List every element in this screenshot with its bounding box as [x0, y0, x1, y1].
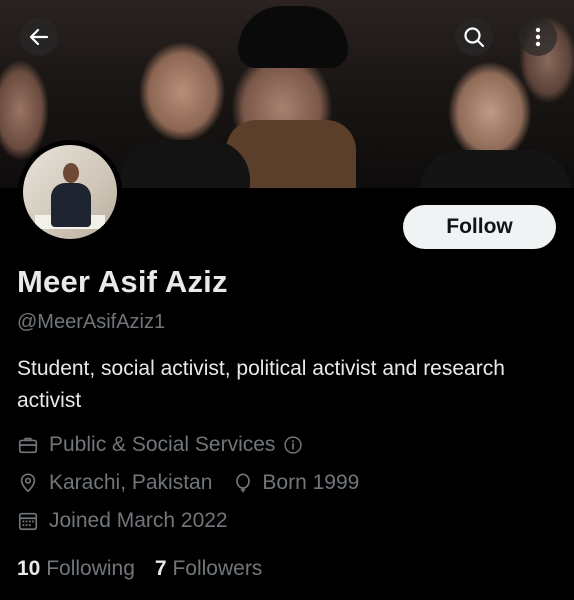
birth-label: Born 1999 [262, 471, 360, 494]
banner-figure [120, 140, 250, 188]
more-vertical-icon [535, 27, 541, 47]
profile-location-row: Karachi, Pakistan Born 1999 [17, 471, 359, 495]
following-label: Following [46, 557, 135, 580]
category-label: Public & Social Services [49, 433, 276, 456]
more-options-button[interactable] [519, 18, 557, 56]
followers-link[interactable]: 7 Followers [155, 557, 262, 581]
banner-figure [238, 6, 348, 68]
info-icon[interactable] [283, 435, 303, 455]
profile-name: Meer Asif Aziz [17, 264, 228, 299]
joined-label: Joined March 2022 [49, 509, 228, 532]
location-label: Karachi, Pakistan [49, 471, 213, 494]
banner-figure [420, 150, 570, 188]
search-button[interactable] [455, 18, 493, 56]
profile-category[interactable]: Public & Social Services [17, 433, 303, 457]
avatar-body [51, 183, 91, 227]
back-button[interactable] [20, 18, 58, 56]
following-count: 10 [17, 557, 41, 580]
profile-handle: @MeerAsifAziz1 [17, 311, 166, 333]
avatar-photo [23, 145, 117, 239]
location-pin-icon [20, 473, 36, 493]
briefcase-icon [18, 437, 38, 454]
profile-stats: 10 Following 7 Followers [17, 557, 262, 581]
profile-bio: Student, social activist, political acti… [17, 357, 505, 412]
avatar-head [63, 163, 79, 183]
balloon-icon [236, 473, 251, 493]
calendar-icon [18, 512, 38, 531]
arrow-left-icon [29, 28, 49, 46]
followers-label: Followers [172, 557, 263, 580]
avatar[interactable] [18, 140, 122, 244]
follow-button[interactable]: Follow [403, 205, 556, 249]
profile-joined-row: Joined March 2022 [17, 509, 228, 533]
followers-count: 7 [154, 557, 167, 580]
search-icon [464, 27, 485, 48]
following-link[interactable]: 10 Following [17, 557, 135, 581]
